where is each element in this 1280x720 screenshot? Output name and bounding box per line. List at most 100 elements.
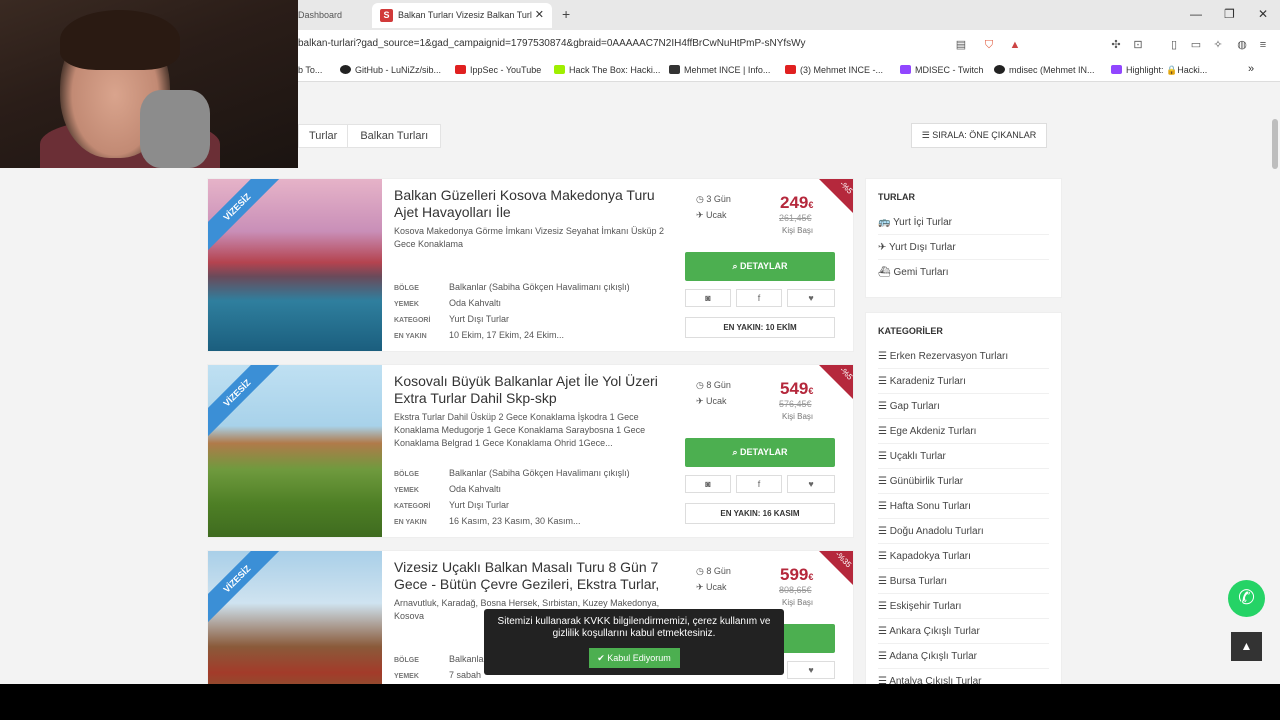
tour-description: Ekstra Turlar Dahil Üsküp 2 Gece Konakla… [394, 412, 646, 448]
list-icon: ☰ [878, 401, 890, 412]
page-content: Turlar Balkan Turları ☰ SIRALA: ÖNE ÇIKAN… [0, 83, 1270, 684]
bookmark-htb[interactable]: Hack The Box: Hacki... [554, 65, 660, 75]
list-icon: ☰ [878, 576, 890, 587]
tour-duration: ◷ 8 Gün [696, 380, 731, 390]
bookmark-twitch[interactable]: MDISEC - Twitch [900, 65, 983, 75]
sidebar-item-domestic[interactable]: 🚌 Yurt İçi Turlar [878, 210, 1049, 235]
close-window-icon[interactable]: ✕ [1258, 7, 1268, 21]
category-item[interactable]: ☰ Bursa Turları [878, 569, 1049, 594]
bookmark-mdisec-github[interactable]: mdisec (Mehmet IN... [994, 65, 1095, 75]
sidebar-item-cruise[interactable]: ⛴ Gemi Turları [878, 260, 1049, 285]
bookmark-item[interactable]: b To... [298, 65, 322, 75]
tour-transport: ✈ Ucak [696, 396, 727, 406]
tour-title[interactable]: Vizesiz Uçaklı Balkan Masalı Turu 8 Gün … [394, 559, 664, 593]
category-item[interactable]: ☰ Ankara Çıkışlı Turlar [878, 619, 1049, 644]
facebook-share-button[interactable]: f [736, 289, 782, 307]
details-button[interactable]: ⌕ DETAYLAR [685, 252, 835, 281]
per-person-label: Kişi Başı [782, 598, 814, 607]
category-item[interactable]: ☰ Antalya Çıkışlı Turlar [878, 669, 1049, 684]
whatsapp-chat-icon[interactable]: ✆ [1228, 580, 1265, 617]
clock-icon: ◷ [696, 194, 707, 204]
category-item[interactable]: ☰ Adana Çıkışlı Turlar [878, 644, 1049, 669]
cookie-consent-banner: Sitemizi kullanarak KVKK bilgilendirmemi… [484, 609, 784, 675]
list-icon: ☰ [878, 551, 890, 562]
youtube-icon [455, 65, 466, 74]
maximize-icon[interactable]: ❐ [1224, 7, 1235, 21]
close-tab-icon[interactable]: ✕ [535, 3, 544, 28]
list-icon: ☰ [878, 601, 890, 612]
category-item[interactable]: ☰ Karadeniz Turları [878, 369, 1049, 394]
webcam-person-scarf [140, 90, 210, 168]
scroll-top-button[interactable]: ▲ [1231, 632, 1262, 661]
wallet-icon[interactable]: ▭ [1189, 38, 1203, 52]
category-item[interactable]: ☰ Doğu Anadolu Turları [878, 519, 1049, 544]
details-button[interactable]: ⌕ DETAYLAR [685, 438, 835, 467]
tour-region: BÖLGE Balkanlar [394, 654, 487, 664]
favorite-heart-icon[interactable]: ♥ [787, 475, 835, 493]
category-item[interactable]: ☰ Kapadokya Turları [878, 544, 1049, 569]
vpn-icon[interactable]: ◍ [1235, 38, 1249, 52]
bookmark-github[interactable]: GitHub - LuNiZz/sib... [340, 65, 441, 75]
nearest-date-button[interactable]: EN YAKIN: 10 EKİM [685, 317, 835, 338]
accept-cookies-button[interactable]: ✔ Kabul Ediyorum [588, 648, 680, 668]
tour-card[interactable]: VİZESİZ Kosovalı Büyük Balkanlar Ajet İl… [207, 364, 854, 538]
screenshot-icon[interactable]: ⊡ [1131, 38, 1145, 52]
url-field[interactable]: balkan-turlari?gad_source=1&gad_campaign… [298, 38, 806, 49]
list-icon: ☰ [878, 501, 890, 512]
facebook-share-button[interactable]: f [736, 475, 782, 493]
sidebar-heading: TURLAR [878, 192, 915, 202]
more-bookmarks-icon[interactable]: » [1248, 63, 1254, 75]
category-item[interactable]: ☰ Erken Rezervasyon Turları [878, 344, 1049, 369]
whatsapp-share-button[interactable]: ◙ [685, 289, 731, 307]
category-item[interactable]: ☰ Ege Akdeniz Turları [878, 419, 1049, 444]
list-icon: ☰ [878, 676, 890, 684]
rewards-icon[interactable]: ▲ [1008, 38, 1022, 52]
extensions-icon[interactable]: ✣ [1109, 38, 1123, 52]
scrollbar-thumb[interactable] [1272, 119, 1278, 169]
tour-price: 549€ [780, 379, 814, 398]
category-item[interactable]: ☰ Hafta Sonu Turları [878, 494, 1049, 519]
list-icon: ☰ [878, 476, 890, 487]
bus-icon: 🚌 [878, 217, 894, 228]
category-item[interactable]: ☰ Eskişehir Turları [878, 594, 1049, 619]
tours-sidebar-box: TURLAR 🚌 Yurt İçi Turlar ✈ Yurt Dışı Tur… [865, 178, 1062, 298]
tour-transport: ✈ Ucak [696, 210, 727, 220]
brave-shield-icon[interactable]: ⛉ [982, 38, 996, 52]
sidebar-icon[interactable]: ▯ [1167, 38, 1181, 52]
category-item[interactable]: ☰ Uçaklı Turlar [878, 444, 1049, 469]
tab-balkan-turlari[interactable]: S Balkan Turları Vizesiz Balkan Turl ✕ [372, 3, 552, 28]
sidebar-item-abroad[interactable]: ✈ Yurt Dışı Turlar [878, 235, 1049, 260]
page-scrollbar[interactable] [1270, 83, 1280, 684]
reader-icon[interactable]: ▤ [954, 38, 968, 52]
tour-card[interactable]: VİZESİZ Balkan Güzelleri Kosova Makedony… [207, 178, 854, 352]
search-icon: ⌕ [732, 261, 741, 271]
tour-duration: ◷ 3 Gün [696, 194, 731, 204]
breadcrumb: Turlar Balkan Turları [298, 124, 442, 148]
category-item[interactable]: ☰ Gap Turları [878, 394, 1049, 419]
bookmark-youtube[interactable]: (3) Mehmet INCE -... [785, 65, 883, 75]
nearest-date-button[interactable]: EN YAKIN: 16 KASIM [685, 503, 835, 524]
tour-title[interactable]: Kosovalı Büyük Balkanlar Ajet İle Yol Üz… [394, 373, 664, 407]
tour-description: Kosova Makedonya Görme İmkanı Vizesiz Se… [394, 226, 664, 249]
tour-old-price: 576,45€ [779, 399, 812, 409]
bookmark-highlight[interactable]: Highlight: 🔒Hacki... [1111, 65, 1207, 76]
plane-icon: ✈ [696, 210, 707, 220]
minimize-icon[interactable]: — [1190, 7, 1202, 21]
tour-title[interactable]: Balkan Güzelleri Kosova Makedonya Turu A… [394, 187, 664, 221]
breadcrumb-item[interactable]: Turlar [299, 125, 347, 147]
breadcrumb-item[interactable]: Balkan Turları [347, 125, 440, 147]
category-item[interactable]: ☰ Günübirlik Turlar [878, 469, 1049, 494]
browser-window: Dashboard S Balkan Turları Vizesiz Balka… [0, 0, 1280, 684]
tour-category: KATEGORİ Yurt Dışı Turlar [394, 314, 510, 324]
leo-ai-icon[interactable]: ✧ [1211, 38, 1225, 52]
htb-icon [554, 65, 565, 74]
bookmark-ippsec[interactable]: IppSec - YouTube [455, 65, 541, 75]
favorite-heart-icon[interactable]: ♥ [787, 289, 835, 307]
sort-button[interactable]: ☰ SIRALA: ÖNE ÇIKANLAR [911, 123, 1047, 148]
whatsapp-share-button[interactable]: ◙ [685, 475, 731, 493]
new-tab-button[interactable]: + [562, 6, 570, 22]
favorite-heart-icon[interactable]: ♥ [787, 661, 835, 679]
menu-icon[interactable]: ≡ [1256, 38, 1270, 52]
bookmark-mehmet-ince[interactable]: Mehmet INCE | Info... [669, 65, 770, 75]
tab-dashboard[interactable]: Dashboard [298, 3, 368, 28]
